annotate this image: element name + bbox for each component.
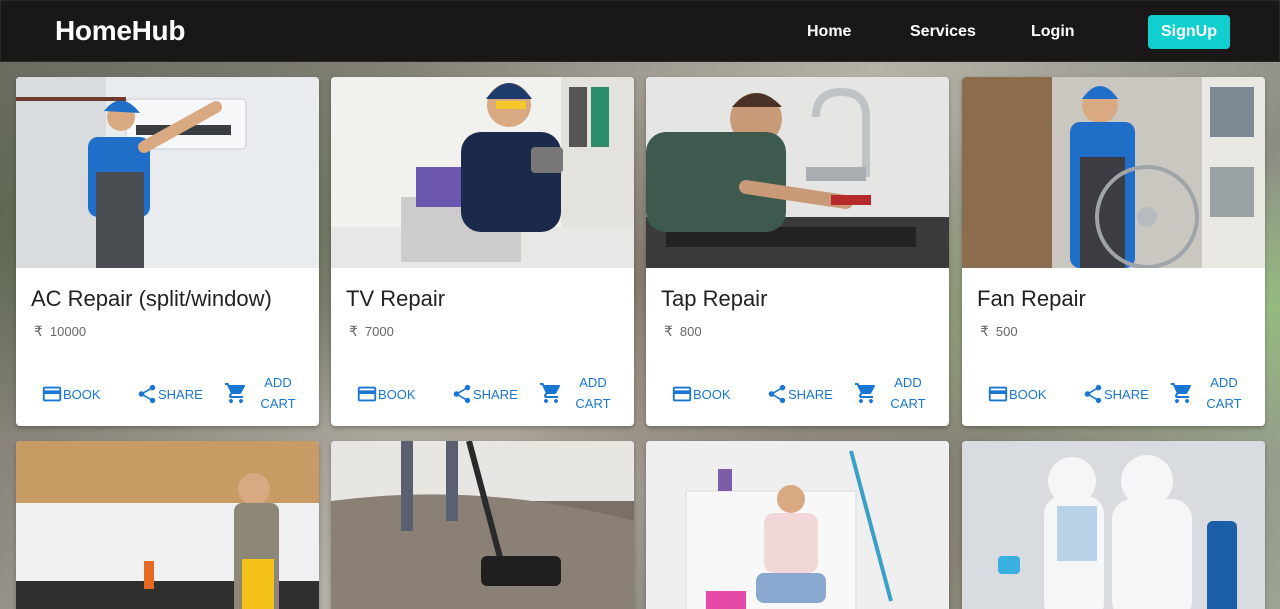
card-actions: BOOK SHARE ADD CART bbox=[16, 372, 319, 422]
carpet-vacuum-photo bbox=[331, 441, 634, 609]
card-title: TV Repair bbox=[346, 286, 446, 311]
share-label: SHARE bbox=[158, 386, 203, 402]
price-value: 7000 bbox=[364, 324, 394, 339]
add-cart-button[interactable]: ADD CART bbox=[224, 372, 298, 414]
credit-card-icon bbox=[672, 386, 692, 402]
signup-button[interactable]: SignUp bbox=[1148, 15, 1230, 49]
card-actions: BOOK SHARE ADD CART bbox=[962, 372, 1265, 422]
service-card-sanitization bbox=[962, 441, 1265, 609]
plumber-photo bbox=[646, 77, 949, 268]
cart-icon bbox=[855, 383, 876, 403]
card-title: Tap Repair bbox=[661, 286, 768, 311]
card-title: Fan Repair bbox=[977, 286, 1086, 311]
price: ₹ 800 bbox=[664, 323, 702, 340]
share-button[interactable]: SHARE bbox=[136, 383, 203, 405]
cart-icon bbox=[225, 383, 246, 403]
card-title: AC Repair (split/window) bbox=[31, 286, 272, 311]
add-cart-label: ADD CART bbox=[890, 375, 926, 411]
fan-technician-photo bbox=[962, 77, 1265, 268]
share-icon bbox=[453, 384, 471, 404]
book-button[interactable]: BOOK bbox=[987, 383, 1047, 405]
share-label: SHARE bbox=[1104, 386, 1149, 402]
sanitization-photo bbox=[962, 441, 1265, 609]
ac-technician-photo bbox=[16, 77, 319, 268]
nav-services[interactable]: Services bbox=[910, 23, 976, 41]
price: ₹ 7000 bbox=[349, 323, 394, 340]
price-value: 500 bbox=[995, 324, 1018, 339]
credit-card-icon bbox=[357, 386, 377, 402]
price-value: 10000 bbox=[49, 324, 87, 339]
share-icon bbox=[768, 384, 786, 404]
add-cart-button[interactable]: ADD CART bbox=[854, 372, 928, 414]
add-cart-label: ADD CART bbox=[575, 375, 611, 411]
book-button[interactable]: BOOK bbox=[356, 383, 416, 405]
kitchen-cleaning-photo bbox=[16, 441, 319, 609]
rupee-icon: ₹ bbox=[34, 323, 43, 339]
cart-icon bbox=[1171, 383, 1192, 403]
price: ₹ 10000 bbox=[34, 323, 86, 340]
floor-cleaning-photo bbox=[646, 441, 949, 609]
add-cart-button[interactable]: ADD CART bbox=[539, 372, 613, 414]
service-card-floor-cleaning bbox=[646, 441, 949, 609]
card-actions: BOOK SHARE ADD CART bbox=[331, 372, 634, 422]
add-cart-button[interactable]: ADD CART bbox=[1170, 372, 1244, 414]
nav-home[interactable]: Home bbox=[807, 23, 851, 41]
electronics-technician-photo bbox=[331, 77, 634, 268]
share-label: SHARE bbox=[788, 386, 833, 402]
service-card-fan-repair: Fan Repair ₹ 500 BOOK SHARE ADD CART bbox=[962, 77, 1265, 426]
card-actions: BOOK SHARE ADD CART bbox=[646, 372, 949, 422]
share-label: SHARE bbox=[473, 386, 518, 402]
service-card-carpet-cleaning bbox=[331, 441, 634, 609]
add-cart-label: ADD CART bbox=[260, 375, 296, 411]
rupee-icon: ₹ bbox=[980, 323, 989, 339]
book-label: BOOK bbox=[1009, 386, 1047, 402]
credit-card-icon bbox=[988, 386, 1008, 402]
cart-icon bbox=[540, 383, 561, 403]
price-value: 800 bbox=[679, 324, 702, 339]
price: ₹ 500 bbox=[980, 323, 1018, 340]
share-button[interactable]: SHARE bbox=[451, 383, 518, 405]
nav-login[interactable]: Login bbox=[1031, 23, 1075, 41]
navbar: HomeHub Home Services Login SignUp bbox=[0, 0, 1280, 62]
service-card-kitchen-cleaning bbox=[16, 441, 319, 609]
share-icon bbox=[138, 384, 156, 404]
share-icon bbox=[1084, 384, 1102, 404]
service-card-tap-repair: Tap Repair ₹ 800 BOOK SHARE ADD CART bbox=[646, 77, 949, 426]
share-button[interactable]: SHARE bbox=[1082, 383, 1149, 405]
service-card-ac-repair: AC Repair (split/window) ₹ 10000 BOOK SH… bbox=[16, 77, 319, 426]
book-label: BOOK bbox=[378, 386, 416, 402]
book-button[interactable]: BOOK bbox=[41, 383, 101, 405]
rupee-icon: ₹ bbox=[664, 323, 673, 339]
share-button[interactable]: SHARE bbox=[766, 383, 833, 405]
book-label: BOOK bbox=[63, 386, 101, 402]
credit-card-icon bbox=[42, 386, 62, 402]
add-cart-label: ADD CART bbox=[1206, 375, 1242, 411]
book-button[interactable]: BOOK bbox=[671, 383, 731, 405]
service-card-tv-repair: TV Repair ₹ 7000 BOOK SHARE ADD CART bbox=[331, 77, 634, 426]
brand-logo[interactable]: HomeHub bbox=[55, 15, 185, 47]
rupee-icon: ₹ bbox=[349, 323, 358, 339]
book-label: BOOK bbox=[693, 386, 731, 402]
